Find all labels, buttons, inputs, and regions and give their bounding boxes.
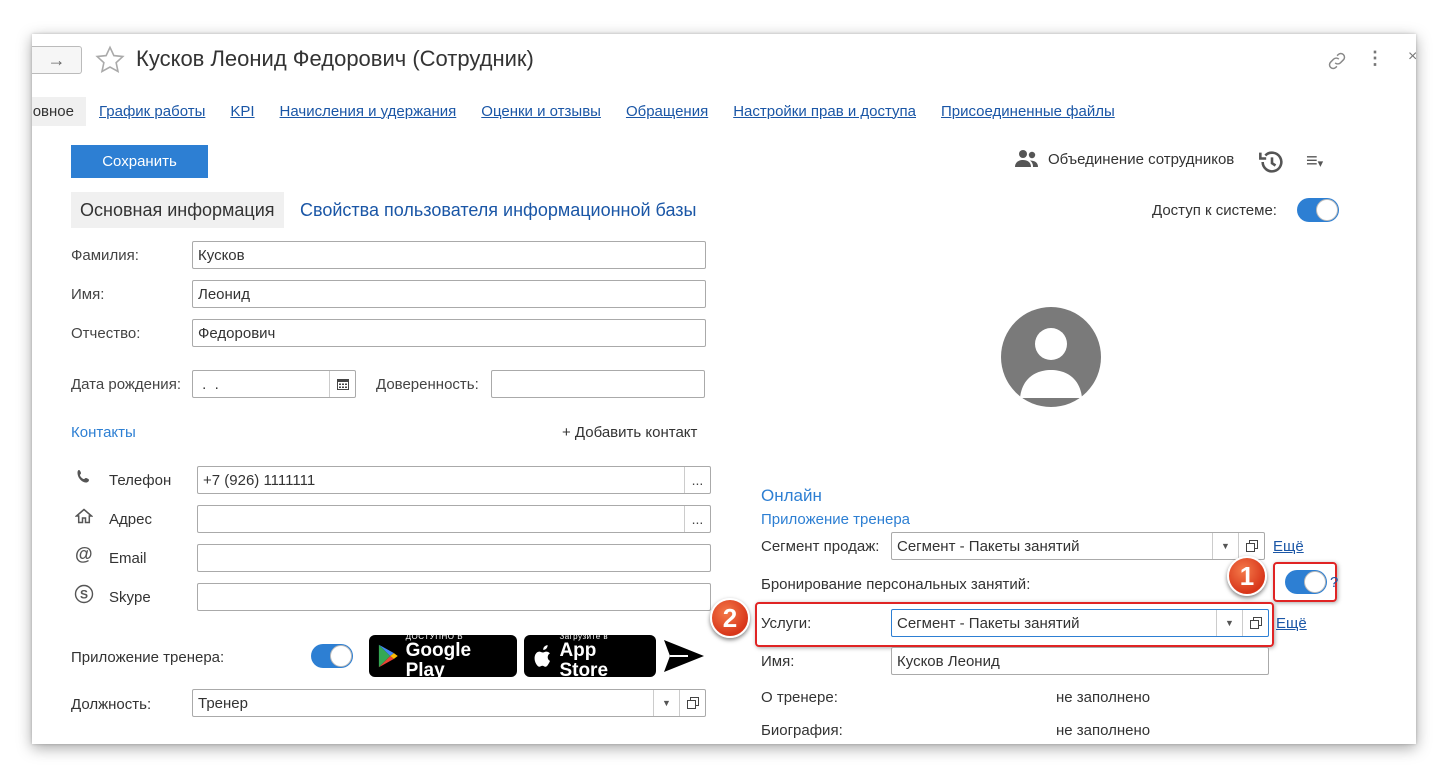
google-play-icon	[378, 644, 398, 668]
tab-kpi[interactable]: KPI	[230, 103, 254, 120]
segment-open-icon[interactable]	[1238, 533, 1264, 559]
skype-field[interactable]	[197, 583, 711, 611]
google-play-badge[interactable]: ДОСТУПНО В Google Play	[369, 632, 517, 680]
position-field[interactable]: Тренер ▼	[192, 689, 706, 717]
last-name-label: Фамилия:	[71, 247, 139, 264]
arrow-right-icon: →	[47, 49, 66, 70]
trainer-app-toggle[interactable]	[311, 644, 353, 668]
segment-field[interactable]: Сегмент - Пакеты занятий ▼	[891, 532, 1265, 560]
last-name-field[interactable]: Кусков	[192, 241, 706, 269]
birth-date-label: Дата рождения:	[71, 376, 181, 393]
services-open-icon[interactable]	[1242, 610, 1268, 636]
position-dropdown-icon[interactable]: ▼	[653, 690, 679, 716]
birth-date-value: . .	[198, 375, 219, 393]
access-label: Доступ к системе:	[1152, 202, 1277, 219]
apple-icon	[534, 645, 551, 667]
merge-employees-button[interactable]: Объединение сотрудников	[1014, 148, 1234, 170]
add-contact-button[interactable]: + Добавить контакт	[562, 424, 697, 441]
tab-schedule[interactable]: График работы	[99, 103, 205, 120]
first-name-label: Имя:	[71, 286, 105, 303]
online-title: Онлайн	[761, 486, 822, 505]
merge-employees-label: Объединение сотрудников	[1048, 150, 1235, 168]
first-name-field[interactable]: Леонид	[192, 280, 706, 308]
subtab-main-info[interactable]: Основная информация	[71, 192, 284, 228]
proxy-field[interactable]	[491, 370, 705, 398]
segment-more-link[interactable]: Ещё	[1273, 538, 1304, 555]
birth-date-field[interactable]: . .	[192, 370, 356, 398]
phone-icon	[77, 470, 89, 483]
segment-label: Сегмент продаж:	[761, 538, 880, 555]
tab-main[interactable]: Основное	[32, 96, 86, 126]
contacts-title: Контакты	[71, 424, 136, 441]
favorite-star-icon[interactable]	[94, 44, 126, 76]
avatar[interactable]	[1000, 306, 1102, 408]
tab-requests[interactable]: Обращения	[626, 103, 708, 120]
page-title: Кусков Леонид Федорович (Сотрудник)	[136, 46, 534, 71]
employee-window: → Кусков Леонид Федорович (Сотрудник) ⋮ …	[32, 34, 1416, 744]
save-button[interactable]: Сохранить	[71, 145, 208, 178]
proxy-label: Доверенность:	[376, 376, 479, 393]
tab-reviews[interactable]: Оценки и отзывы	[481, 103, 601, 120]
services-field[interactable]: Сегмент - Пакеты занятий ▼	[891, 609, 1269, 637]
annotation-marker-1: 1	[1227, 556, 1267, 596]
trainer-name-label: Имя:	[761, 653, 795, 670]
phone-label: Телефон	[109, 472, 172, 489]
subtab-ib-user[interactable]: Свойства пользователя информационной баз…	[300, 200, 696, 221]
phone-more-button[interactable]: ...	[684, 467, 710, 493]
phone-field[interactable]: +7 (926) 1111111...	[197, 466, 711, 494]
about-trainer-label: О тренере:	[761, 689, 838, 706]
booking-toggle[interactable]	[1285, 570, 1327, 594]
app-store-badge[interactable]: Загрузите в App Store	[524, 632, 656, 680]
google-play-big-text: Google Play	[405, 639, 472, 681]
tab-access-settings[interactable]: Настройки прав и доступа	[733, 103, 916, 120]
svg-text:S: S	[80, 588, 88, 602]
tab-files[interactable]: Присоединенные файлы	[941, 103, 1115, 120]
at-icon: @	[75, 544, 93, 564]
forward-button[interactable]: →	[32, 46, 82, 74]
services-value: Сегмент - Пакеты занятий	[897, 614, 1080, 632]
annotation-marker-2: 2	[710, 598, 750, 638]
address-more-button[interactable]: ...	[684, 506, 710, 532]
history-icon[interactable]	[1258, 148, 1286, 176]
home-icon	[75, 508, 93, 524]
link-icon[interactable]	[1326, 50, 1348, 72]
biography-label: Биография:	[761, 722, 843, 739]
booking-help-link[interactable]: ?	[1330, 574, 1338, 591]
patronymic-field[interactable]: Федорович	[192, 319, 706, 347]
tab-accruals[interactable]: Начисления и удержания	[280, 103, 457, 120]
email-field[interactable]	[197, 544, 711, 572]
users-icon	[1015, 150, 1038, 167]
services-more-link[interactable]: Ещё	[1276, 615, 1307, 632]
biography-value[interactable]: не заполнено	[1056, 722, 1150, 739]
patronymic-label: Отчество:	[71, 325, 141, 342]
services-dropdown-icon[interactable]: ▼	[1216, 610, 1242, 636]
calendar-icon[interactable]	[329, 371, 355, 397]
position-open-icon[interactable]	[679, 690, 705, 716]
more-vertical-icon[interactable]: ⋮	[1366, 48, 1384, 69]
send-icon[interactable]	[662, 638, 706, 674]
email-label: Email	[109, 550, 147, 567]
online-subtitle: Приложение тренера	[761, 511, 911, 528]
trainer-name-field[interactable]: Кусков Леонид	[891, 647, 1269, 675]
skype-icon: S	[74, 584, 94, 604]
booking-label: Бронирование персональных занятий:	[761, 576, 1031, 593]
position-value: Тренер	[198, 694, 248, 712]
skype-label: Skype	[109, 589, 151, 606]
about-trainer-value[interactable]: не заполнено	[1056, 689, 1150, 706]
access-toggle[interactable]	[1297, 198, 1339, 222]
app-store-big-text: App Store	[559, 639, 609, 681]
close-icon[interactable]: ×	[1408, 48, 1416, 66]
address-label: Адрес	[109, 511, 152, 528]
segment-value: Сегмент - Пакеты занятий	[897, 537, 1080, 555]
menu-icon[interactable]: ≡▾	[1306, 150, 1323, 173]
services-label: Услуги:	[761, 615, 812, 632]
tab-bar: Основное График работы KPI Начисления и …	[32, 96, 1115, 126]
trainer-app-label: Приложение тренера:	[71, 649, 225, 666]
address-field[interactable]: ...	[197, 505, 711, 533]
position-label: Должность:	[71, 696, 152, 713]
phone-value: +7 (926) 1111111	[203, 471, 316, 489]
segment-dropdown-icon[interactable]: ▼	[1212, 533, 1238, 559]
